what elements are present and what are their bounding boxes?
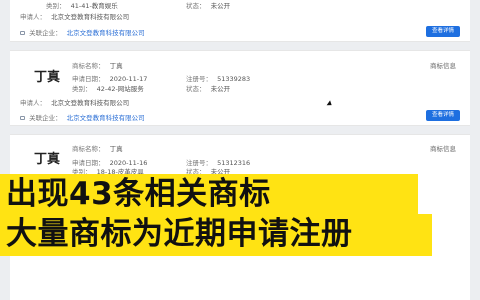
trademark-card: 丁真 商标名称： 丁真 商标信息 申请日期： 2020-11-17 注册号： 5… <box>10 50 470 126</box>
caption-line-1: 出现43条相关商标 <box>0 174 418 214</box>
applicant-row: 申请人： 北京文登教育科技有限公司 <box>20 99 130 107</box>
reg-no-value: 51339283 <box>217 75 251 83</box>
name-row: 商标名称： 丁真 <box>72 145 123 153</box>
applicant-value: 北京文登教育科技有限公司 <box>51 13 130 21</box>
name-row: 商标名称： 丁真 <box>72 62 123 70</box>
caption-line-2: 大量商标为近期申请注册 <box>0 214 432 256</box>
status-tag: 商标信息 <box>430 145 456 153</box>
name-value: 丁真 <box>109 62 123 70</box>
status-row: 状态： 未公开 <box>186 85 231 93</box>
view-details-button[interactable]: 查看详情 <box>426 26 460 37</box>
trademark-card: 类别： 41-41-教育娱乐 状态： 未公开 申请人： 北京文登教育科技有限公司… <box>10 0 470 42</box>
status-value: 未公开 <box>210 85 231 93</box>
view-details-button[interactable]: 查看详情 <box>426 110 460 121</box>
category-row: 类别： 41-41-教育娱乐 <box>46 2 118 10</box>
related-company-link[interactable]: 北京文登教育科技有限公司 <box>67 114 145 122</box>
link-icon <box>20 31 25 35</box>
status-row: 状态： 未公开 <box>186 2 231 10</box>
related-row: 关联企业： 北京文登教育科技有限公司 <box>20 27 145 37</box>
category-value: 42-42-网站服务 <box>96 85 144 93</box>
trademark-logo-text: 丁真 <box>34 70 61 85</box>
category-row: 类别： 42-42-网站服务 <box>72 85 144 93</box>
related-company-link[interactable]: 北京文登教育科技有限公司 <box>67 29 145 37</box>
related-row: 关联企业： 北京文登教育科技有限公司 <box>20 112 145 122</box>
status-value: 未公开 <box>210 2 231 10</box>
status-tag: 商标信息 <box>430 62 456 70</box>
applicant-row: 申请人： 北京文登教育科技有限公司 <box>20 13 130 21</box>
category-value: 41-41-教育娱乐 <box>70 2 118 10</box>
apply-date-row: 申请日期： 2020-11-17 <box>72 75 148 83</box>
applicant-value: 北京文登教育科技有限公司 <box>51 99 130 107</box>
trademark-logo-text: 丁真 <box>34 152 61 167</box>
apply-date-value: 2020-11-17 <box>109 75 148 83</box>
screen: 类别： 41-41-教育娱乐 状态： 未公开 申请人： 北京文登教育科技有限公司… <box>0 0 480 300</box>
reg-no-row: 注册号： 51339283 <box>186 75 251 83</box>
link-icon <box>20 116 25 120</box>
name-value: 丁真 <box>109 145 123 153</box>
